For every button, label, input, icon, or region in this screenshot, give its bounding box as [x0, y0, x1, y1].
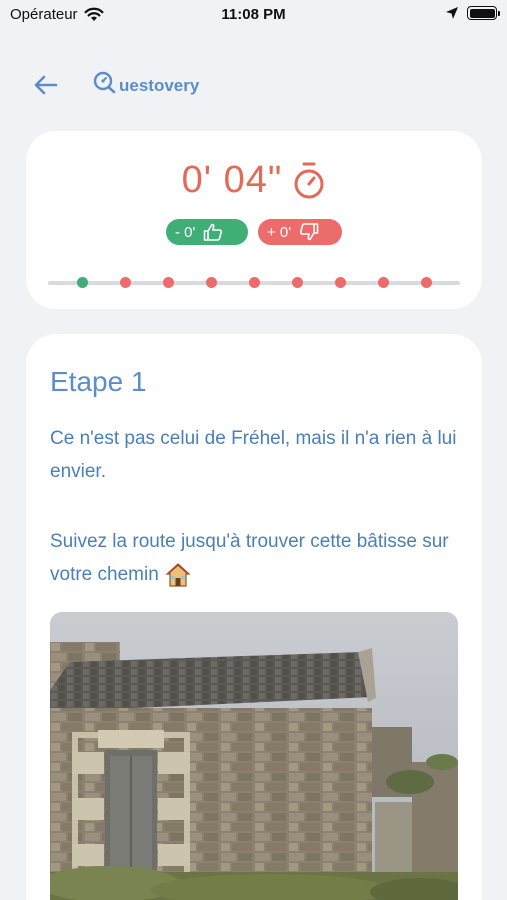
- house-icon: [165, 563, 191, 587]
- app-header: uestovery: [0, 62, 507, 108]
- battery-icon: [467, 6, 500, 20]
- penalty-pill: + 0': [258, 219, 342, 245]
- status-bar: Opérateur 11:08 PM: [0, 0, 507, 32]
- step-paragraph-1: Ce n'est pas celui de Fréhel, mais il n'…: [50, 428, 457, 482]
- step-paragraph-2: Suivez la route jusqu'à trouver cette bâ…: [50, 525, 460, 591]
- status-time: 11:08 PM: [221, 6, 286, 23]
- progress-step-dot: [377, 277, 389, 288]
- timer-card: 0' 04" - 0' + 0': [26, 131, 482, 309]
- timer-row: 0' 04": [26, 159, 482, 202]
- step-paragraph-2-text: Suivez la route jusqu'à trouver cette bâ…: [50, 531, 449, 585]
- brand-logo: uestovery: [92, 70, 199, 96]
- brand-name: uestovery: [119, 76, 200, 95]
- stone-building-photo: [50, 612, 458, 900]
- brand-logo-icon: [93, 71, 116, 94]
- thumbs-up-icon: [204, 223, 223, 241]
- progress-step-dot: [119, 277, 131, 288]
- location-arrow-icon: [446, 7, 458, 19]
- step-title: Etape 1: [50, 366, 147, 397]
- penalty-label: + 0': [267, 223, 292, 241]
- progress-step-dot: [76, 277, 88, 288]
- score-pills: - 0' + 0': [26, 219, 482, 245]
- progress-step-dot: [420, 277, 432, 288]
- steps-progress-bar: [48, 277, 460, 288]
- status-right: [445, 6, 500, 20]
- bonus-pill: - 0': [166, 219, 248, 245]
- progress-step-dot: [162, 277, 174, 288]
- thumbs-down-icon: [300, 223, 319, 241]
- progress-step-dot: [248, 277, 260, 288]
- progress-step-dot: [291, 277, 303, 288]
- step-card: Etape 1 Ce n'est pas celui de Fréhel, ma…: [26, 334, 482, 900]
- progress-step-dot: [205, 277, 217, 288]
- back-arrow-icon[interactable]: [30, 70, 62, 100]
- stopwatch-icon: [294, 162, 324, 198]
- bonus-label: - 0': [175, 223, 196, 241]
- progress-step-dot: [334, 277, 346, 288]
- timer-value: 0' 04": [181, 159, 283, 201]
